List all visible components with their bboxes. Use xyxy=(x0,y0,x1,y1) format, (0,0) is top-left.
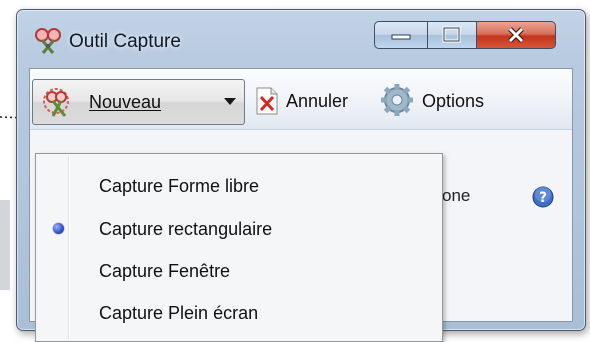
scissors-app-icon xyxy=(35,28,61,54)
menu-item-rectangular[interactable]: Capture rectangulaire xyxy=(38,209,440,249)
new-snip-icon xyxy=(43,88,69,117)
window-title: Outil Capture xyxy=(69,31,181,52)
menu-item-window[interactable]: Capture Fenêtre xyxy=(38,251,440,291)
instruction-text: one xyxy=(442,186,471,205)
toolbar: Nouveau Annuler Options xyxy=(30,69,572,130)
cancel-button[interactable]: Annuler xyxy=(286,91,348,112)
radio-selected-icon xyxy=(53,223,64,234)
cancel-icon[interactable] xyxy=(256,87,278,115)
maximize-button[interactable] xyxy=(428,21,477,49)
help-icon[interactable]: ? xyxy=(532,186,554,208)
menu-item-label: Capture Plein écran xyxy=(99,303,259,323)
svg-text:?: ? xyxy=(539,190,547,206)
menu-item-free-form[interactable]: Capture Forme libre xyxy=(38,166,440,206)
new-snip-menu: Capture Forme libre Capture rectangulair… xyxy=(35,153,443,342)
new-dropdown-button[interactable] xyxy=(216,79,245,125)
menu-item-label: Capture Fenêtre xyxy=(99,261,231,281)
close-icon xyxy=(508,27,524,43)
menu-item-label: Capture Forme libre xyxy=(99,176,260,196)
new-button[interactable]: Nouveau xyxy=(32,79,218,125)
close-button[interactable] xyxy=(477,21,556,49)
menu-item-label: Capture rectangulaire xyxy=(99,219,273,239)
minimize-icon xyxy=(391,34,411,40)
menu-item-full-screen[interactable]: Capture Plein écran xyxy=(38,293,440,333)
title-bar[interactable]: Outil Capture xyxy=(17,10,585,70)
maximize-icon xyxy=(442,26,461,43)
chevron-down-icon xyxy=(224,98,236,105)
minimize-button[interactable] xyxy=(374,21,428,49)
caption-buttons xyxy=(374,21,556,49)
new-button-label: Nouveau xyxy=(89,92,162,112)
options-button[interactable]: Options xyxy=(422,91,484,112)
gear-icon[interactable] xyxy=(380,83,414,117)
